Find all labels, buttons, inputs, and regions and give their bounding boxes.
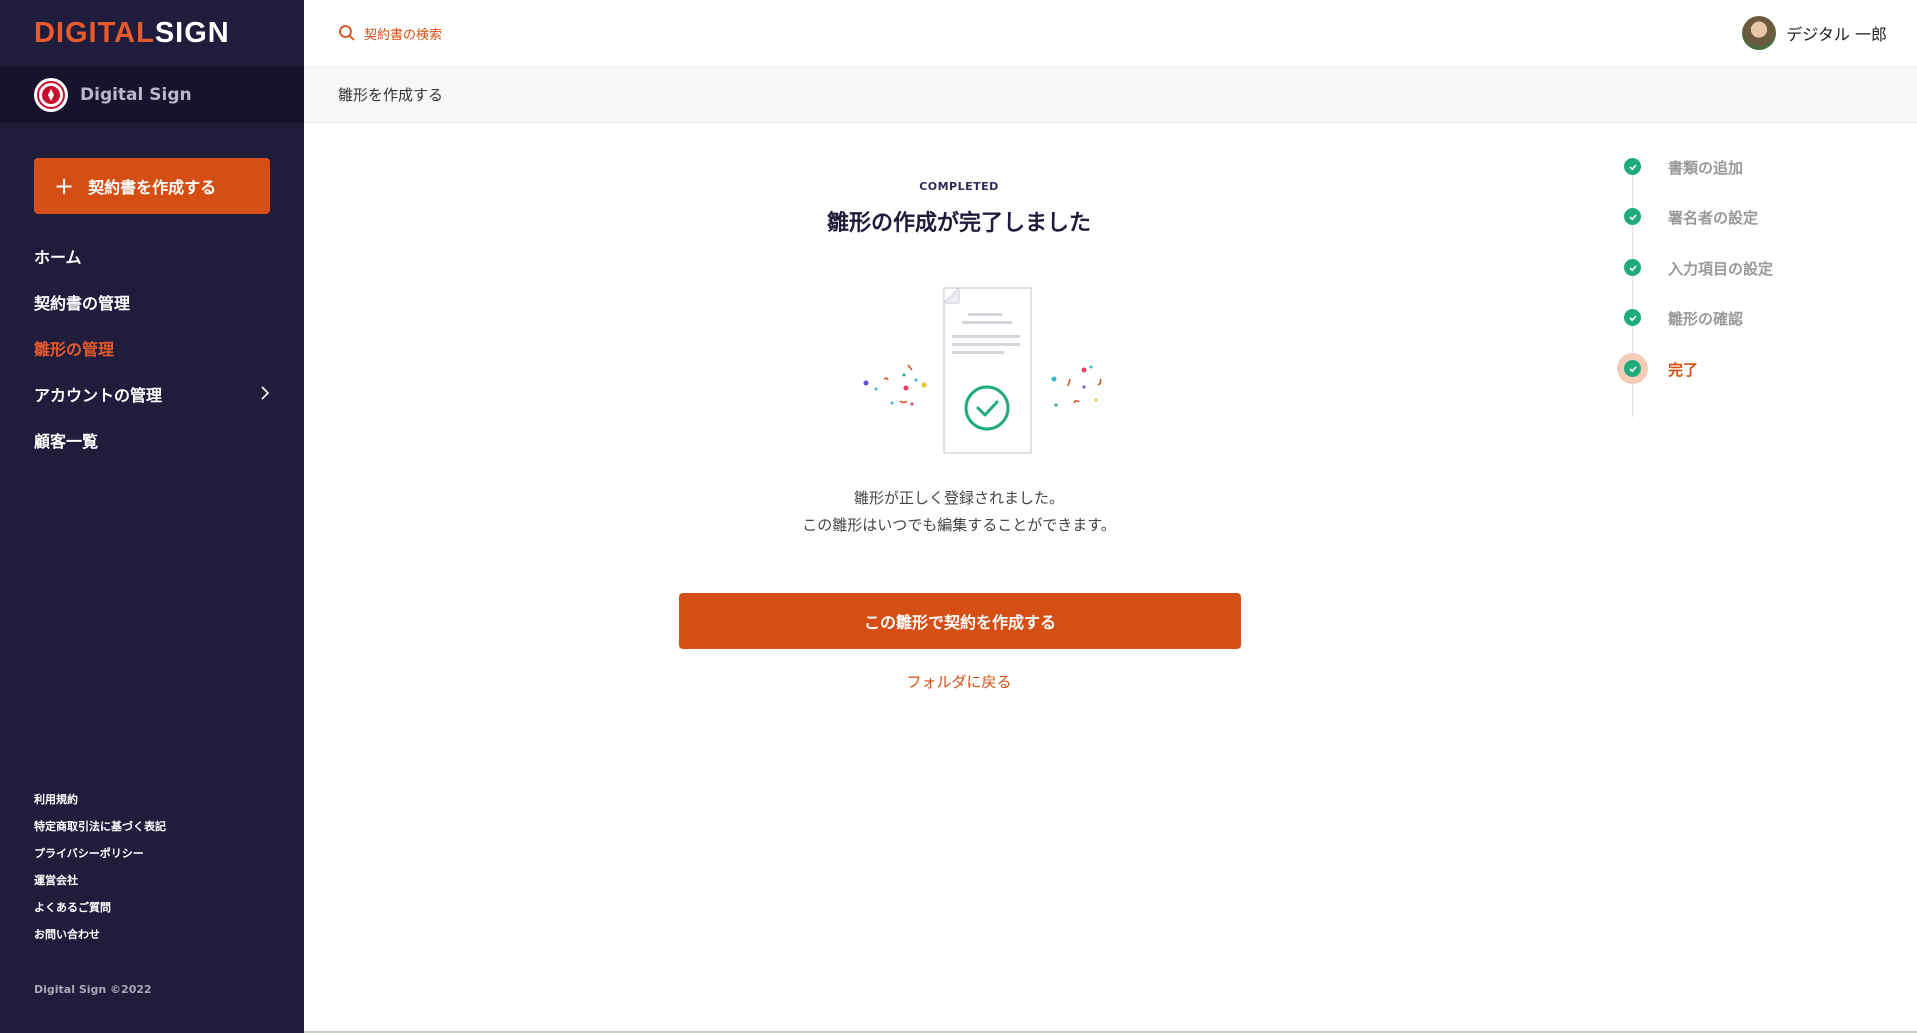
check-icon (1624, 360, 1641, 377)
status-label: COMPLETED (919, 180, 999, 193)
organization-name: Digital Sign (80, 85, 192, 105)
user-menu[interactable]: デジタル 一郎 (1742, 16, 1887, 50)
footer-link-terms[interactable]: 利用規約 (34, 785, 166, 812)
search-icon (339, 25, 355, 41)
sidebar-item-label: 契約書の管理 (34, 294, 131, 313)
create-contract-label: 契約書を作成する (88, 178, 217, 197)
plus-icon: + (54, 172, 75, 200)
step-label: 署名者の設定 (1668, 209, 1759, 227)
footer-link-company[interactable]: 運営会社 (34, 866, 166, 893)
footer-link-faq[interactable]: よくあるご質問 (34, 893, 166, 920)
sidebar-item-label: 雛形の管理 (34, 340, 115, 359)
check-icon (1624, 259, 1641, 276)
user-name: デジタル 一郎 (1786, 25, 1887, 44)
back-to-folder-link: フォルダに戻る (304, 671, 1614, 692)
footer-link-privacy[interactable]: プライバシーポリシー (34, 839, 166, 866)
step-label: 書類の追加 (1668, 159, 1744, 177)
organization-emblem-icon (34, 78, 68, 112)
logo-area: DIGITALSIGN (0, 0, 304, 67)
search-input[interactable]: 契約書の検索 (338, 24, 442, 43)
brand-logo[interactable]: DIGITALSIGN (34, 17, 230, 50)
app-root: DIGITALSIGN Digital Sign + 契約書を作成する ホーム … (0, 0, 1917, 1033)
footer-link-commercial-law[interactable]: 特定商取引法に基づく表記 (34, 812, 166, 839)
sidebar-nav: ホーム 契約書の管理 雛形の管理 アカウントの管理 顧客一覧 (34, 233, 270, 463)
organization-bar[interactable]: Digital Sign (0, 67, 304, 123)
check-icon (1624, 158, 1641, 175)
page-title: 雛形を作成する (338, 86, 444, 104)
sidebar-item-templates[interactable]: 雛形の管理 (34, 325, 270, 371)
completion-message-line-1: 雛形が正しく登録されました。 (853, 489, 1064, 507)
step-label: 完了 (1668, 361, 1699, 379)
brand-logo-part1: DIGITAL (34, 17, 155, 49)
check-icon (1624, 208, 1641, 225)
back-to-folder-link-text[interactable]: フォルダに戻る (906, 673, 1011, 691)
create-contract-from-template-button[interactable]: この雛形で契約を作成する (679, 593, 1241, 649)
sidebar-item-label: 顧客一覧 (34, 432, 99, 451)
step-label: 入力項目の設定 (1668, 260, 1774, 278)
breadcrumb: 雛形を作成する (304, 67, 1917, 123)
sidebar: DIGITALSIGN Digital Sign + 契約書を作成する ホーム … (0, 0, 304, 1033)
check-icon (1624, 309, 1641, 326)
completion-message: 雛形が正しく登録されました。 この雛形はいつでも編集することができます。 (304, 485, 1614, 539)
sidebar-footer-links: 利用規約 特定商取引法に基づく表記 プライバシーポリシー 運営会社 よくあるご質… (34, 785, 166, 947)
sidebar-item-home[interactable]: ホーム (34, 233, 270, 279)
create-contract-button[interactable]: + 契約書を作成する (34, 158, 270, 214)
copyright-text: Digital Sign ©2022 (34, 983, 152, 996)
sidebar-item-contracts[interactable]: 契約書の管理 (34, 279, 270, 325)
footer-link-contact[interactable]: お問い合わせ (34, 920, 166, 947)
sidebar-item-label: アカウントの管理 (34, 386, 163, 405)
document-complete-illustration-icon (863, 286, 1102, 454)
completion-title: 雛形の作成が完了しました (826, 211, 1091, 236)
chevron-right-icon (260, 385, 270, 404)
search-placeholder: 契約書の検索 (364, 27, 443, 43)
sidebar-item-label: ホーム (34, 248, 82, 267)
step-label: 雛形の確認 (1668, 310, 1744, 328)
brand-logo-part2: SIGN (154, 17, 230, 49)
completion-message-line-2: この雛形はいつでも編集することができます。 (802, 516, 1116, 534)
avatar (1742, 16, 1777, 50)
sidebar-item-customers[interactable]: 顧客一覧 (34, 417, 270, 463)
sidebar-item-accounts[interactable]: アカウントの管理 (34, 371, 270, 417)
top-bar: 契約書の検索 デジタル 一郎 (304, 0, 1917, 67)
